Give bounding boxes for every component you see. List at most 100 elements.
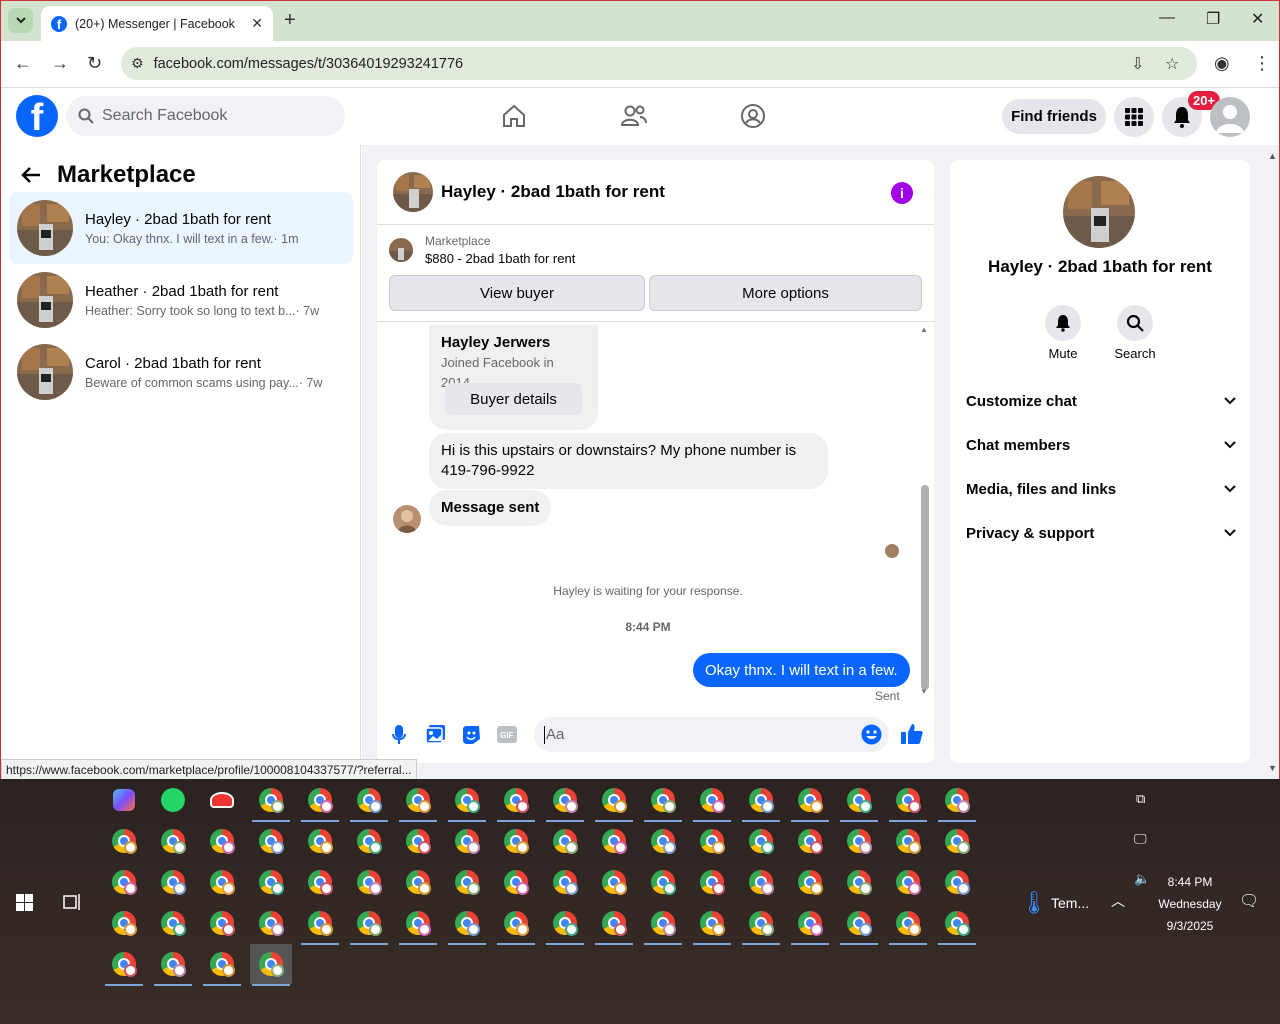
taskbar-app-icon[interactable] — [446, 780, 488, 822]
taskbar-app-icon[interactable] — [299, 862, 341, 902]
taskbar-app-icon[interactable] — [593, 903, 635, 945]
taskbar-app-icon[interactable] — [691, 862, 733, 902]
thumbs-up-icon[interactable] — [901, 723, 923, 745]
conversation-item[interactable]: Heather · 2bad 1bath for rent Heather: S… — [9, 264, 353, 336]
taskbar-app-icon[interactable] — [495, 862, 537, 902]
weather-label[interactable]: Tem... — [1051, 895, 1089, 911]
page-scroll-down-icon[interactable]: ▼ — [1268, 763, 1277, 773]
taskbar-app-icon[interactable] — [397, 780, 439, 822]
taskbar-app-icon[interactable] — [103, 821, 145, 861]
close-window-icon[interactable]: ✕ — [1251, 9, 1264, 29]
taskbar-app-icon[interactable] — [250, 903, 292, 943]
task-view-icon[interactable] — [63, 893, 81, 911]
taskbar-app-icon[interactable] — [348, 903, 390, 945]
taskbar-app-icon[interactable] — [152, 821, 194, 861]
microphone-icon[interactable] — [392, 725, 406, 745]
taskbar-app-icon[interactable] — [544, 862, 586, 902]
taskbar-app-icon[interactable] — [152, 862, 194, 902]
taskbar-app-icon[interactable] — [691, 821, 733, 861]
home-icon[interactable] — [498, 100, 530, 132]
taskbar-app-icon[interactable] — [348, 780, 390, 822]
notification-center-icon[interactable]: 🗨 — [1239, 891, 1259, 911]
page-scroll-up-icon[interactable]: ▲ — [1268, 151, 1277, 161]
taskbar-app-icon[interactable] — [397, 821, 439, 861]
taskbar-app-icon[interactable] — [838, 903, 880, 945]
taskbar-app-icon[interactable] — [936, 821, 978, 861]
taskbar-app-icon[interactable] — [299, 780, 341, 822]
taskbar-app-icon[interactable] — [446, 903, 488, 945]
gif-icon[interactable]: GIF — [497, 726, 517, 743]
taskbar-app-icon[interactable] — [740, 862, 782, 902]
taskbar-app-icon[interactable] — [936, 903, 978, 945]
taskbar-app-icon[interactable] — [495, 821, 537, 861]
account-avatar[interactable] — [1210, 97, 1250, 137]
details-avatar[interactable] — [1063, 176, 1135, 248]
taskbar-app-icon[interactable] — [838, 862, 880, 902]
taskbar-app-icon[interactable] — [740, 903, 782, 945]
friends-icon[interactable] — [618, 100, 650, 132]
taskbar-app-icon[interactable] — [642, 903, 684, 945]
taskbar-app-icon[interactable] — [838, 780, 880, 822]
photo-icon[interactable] — [426, 725, 446, 744]
bookmark-star-icon[interactable]: ☆ — [1165, 54, 1179, 74]
windows-start-icon[interactable] — [16, 894, 33, 911]
taskbar-app-icon[interactable] — [887, 903, 929, 945]
taskbar-app-icon[interactable] — [201, 821, 243, 861]
taskbar-app-icon[interactable] — [642, 780, 684, 822]
taskbar-app-icon[interactable] — [397, 903, 439, 945]
emoji-icon[interactable] — [861, 724, 882, 745]
customize-chat-row[interactable]: Customize chat — [966, 386, 1236, 416]
taskbar-app-icon[interactable] — [495, 903, 537, 945]
taskbar-app-icon[interactable] — [152, 903, 194, 943]
chat-scrollbar[interactable]: ▲ ▼ — [919, 325, 931, 700]
taskbar-app-icon[interactable] — [642, 821, 684, 861]
taskbar-app-icon[interactable] — [789, 821, 831, 861]
new-tab-icon[interactable]: + — [284, 9, 296, 32]
taskbar-app-icon[interactable] — [593, 821, 635, 861]
taskbar-clock[interactable]: 8:44 PM Wednesday 9/3/2025 — [1150, 871, 1230, 937]
close-tab-icon[interactable]: ✕ — [251, 15, 263, 32]
taskbar-app-icon[interactable] — [838, 821, 880, 861]
view-buyer-button[interactable]: View buyer — [389, 275, 645, 311]
taskbar-app-icon[interactable] — [201, 944, 243, 986]
facebook-logo-icon[interactable]: f — [16, 95, 58, 137]
sender-avatar[interactable] — [393, 505, 421, 533]
taskbar-app-icon[interactable] — [789, 903, 831, 945]
conversation-item[interactable]: Hayley · 2bad 1bath for rent You: Okay t… — [9, 192, 353, 264]
taskbar-app-icon[interactable] — [103, 780, 145, 820]
facebook-search-input[interactable]: Search Facebook — [66, 96, 345, 136]
chat-title[interactable]: Hayley · 2bad 1bath for rent — [441, 182, 665, 202]
weather-thermometer-icon[interactable]: 🌡 — [1020, 890, 1048, 916]
taskbar-app-icon[interactable] — [789, 862, 831, 902]
reload-icon[interactable]: ↻ — [87, 53, 102, 74]
install-app-icon[interactable]: ⇩ — [1131, 54, 1144, 74]
taskbar-app-icon[interactable] — [593, 780, 635, 822]
restore-icon[interactable]: ❐ — [1206, 9, 1220, 29]
taskbar-app-icon[interactable] — [250, 862, 292, 902]
forward-icon[interactable]: → — [51, 53, 69, 74]
taskbar-app-icon[interactable] — [201, 780, 243, 820]
taskbar-app-icon[interactable] — [348, 862, 390, 902]
taskbar-app-icon[interactable] — [544, 821, 586, 861]
find-friends-button[interactable]: Find friends — [1002, 99, 1106, 134]
taskbar-app-icon[interactable] — [789, 780, 831, 822]
scrollbar-thumb[interactable] — [921, 485, 929, 690]
volume-icon[interactable]: 🔈 — [1134, 871, 1150, 887]
chat-members-row[interactable]: Chat members — [966, 430, 1236, 460]
tab-search-button[interactable] — [8, 8, 33, 33]
taskbar-app-icon[interactable] — [887, 821, 929, 861]
taskbar-app-icon[interactable] — [250, 780, 292, 822]
meet-now-icon[interactable]: ⧉ — [1136, 791, 1145, 807]
minimize-icon[interactable]: — — [1159, 9, 1175, 27]
back-arrow-icon[interactable] — [21, 166, 41, 184]
taskbar-app-icon[interactable] — [691, 780, 733, 822]
menu-grid-icon[interactable] — [1114, 97, 1154, 137]
taskbar-app-icon[interactable] — [740, 780, 782, 822]
taskbar-app-icon[interactable] — [152, 944, 194, 986]
message-input[interactable]: Aa — [534, 717, 889, 752]
taskbar-app-icon[interactable] — [250, 944, 292, 986]
groups-icon[interactable] — [737, 100, 769, 132]
taskbar-app-icon[interactable] — [397, 862, 439, 902]
taskbar-app-icon[interactable] — [544, 903, 586, 945]
media-files-links-row[interactable]: Media, files and links — [966, 474, 1236, 504]
